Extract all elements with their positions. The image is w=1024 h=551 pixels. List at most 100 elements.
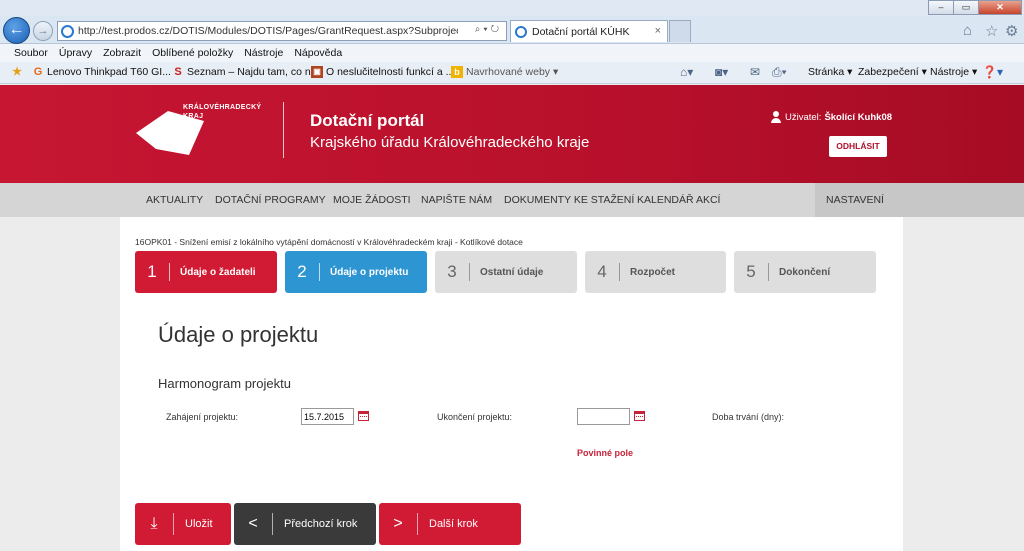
menu-file[interactable]: Soubor (14, 47, 48, 59)
step-label: Údaje o projektu (330, 266, 409, 278)
seznam-icon: S (174, 66, 182, 78)
step-divider (768, 263, 769, 281)
tab-title: Dotační portál KÚHK (532, 25, 630, 38)
step-divider (619, 263, 620, 281)
tab-close-icon[interactable]: × (655, 25, 661, 37)
step-divider (469, 263, 470, 281)
command-security[interactable]: Zabezpečení ▾ (858, 66, 927, 78)
nav-item-dotacni-programy[interactable]: DOTAČNÍ PROGRAMY (215, 183, 326, 217)
nav-item-moje-zadosti[interactable]: MOJE ŽÁDOSTI (333, 183, 411, 217)
step-number: 2 (297, 262, 307, 281)
step-divider (319, 263, 320, 281)
portal-title: Dotační portál (310, 111, 425, 130)
favorites-bar: ★ G Lenovo Thinkpad T60 GI... S Seznam – N… (0, 62, 1024, 84)
next-step-label: Další krok (429, 518, 478, 530)
close-window-button[interactable]: ✕ (978, 0, 1022, 15)
favorites-star-icon[interactable]: ☆ (985, 22, 998, 40)
button-divider (417, 513, 418, 535)
nav-item-aktuality[interactable]: AKTUALITY (146, 183, 203, 217)
step-1-applicant[interactable]: 1 Údaje o žadateli (135, 251, 277, 293)
step-5-finish[interactable]: 5 Dokončení (734, 251, 876, 293)
home-cmd-icon[interactable]: ⌂▾ (680, 65, 693, 79)
settings-gear-icon[interactable]: ⚙ (1005, 22, 1018, 40)
new-tab-button[interactable] (669, 20, 691, 42)
menu-edit[interactable]: Úpravy (59, 47, 92, 59)
header-divider (283, 102, 284, 158)
calendar-icon[interactable] (358, 411, 369, 421)
bing-icon: b (451, 66, 463, 78)
restore-button[interactable]: ▭ (953, 0, 979, 15)
portal-header: KRÁLOVÉHRADECKÝ KRAJ Dotační portál Kraj… (0, 85, 1024, 183)
mail-icon[interactable]: ✉ (750, 65, 760, 79)
button-divider (173, 513, 174, 535)
chevron-left-icon: < (248, 515, 258, 532)
nav-item-kalendar[interactable]: KALENDÁŘ AKCÍ (637, 183, 720, 217)
previous-step-label: Předchozí krok (284, 518, 358, 530)
step-label: Rozpočet (630, 266, 675, 278)
user-info: Uživatel: Školící Kuhk08 (771, 111, 892, 123)
chevron-right-icon: > (393, 515, 403, 532)
command-tools[interactable]: Nástroje ▾ (930, 66, 977, 78)
address-bar[interactable]: http://test.prodos.cz/DOTIS/Modules/DOTI… (57, 21, 507, 41)
nav-item-napiste-nam[interactable]: NAPIŠTE NÁM (421, 183, 492, 217)
command-page[interactable]: Stránka ▾ (808, 66, 852, 78)
back-arrow-icon[interactable]: ← (3, 17, 30, 44)
help-icon[interactable]: ❓▾ (982, 65, 1003, 79)
nav-settings-label: NASTAVENÍ (826, 194, 884, 206)
minimize-button[interactable]: – (928, 0, 954, 15)
favorite-link-neslucitelnost[interactable]: ▣ O neslučitelnosti funkcí a ... (311, 66, 454, 78)
main-navigation: AKTUALITY DOTAČNÍ PROGRAMY MOJE ŽÁDOSTI … (0, 183, 1024, 217)
favorite-link-seznam[interactable]: S Seznam – Najdu tam, co n... (172, 66, 319, 78)
suggested-sites[interactable]: b Navrhované weby ▾ (451, 66, 558, 78)
menu-help[interactable]: Nápověda (294, 47, 342, 59)
logo-text-line2: KRAJ (183, 113, 204, 120)
step-divider (169, 263, 170, 281)
start-date-input[interactable] (301, 408, 354, 425)
menu-favorites[interactable]: Oblíbené položky (152, 47, 233, 59)
step-label: Ostatní údaje (480, 266, 544, 278)
step-number: 4 (597, 262, 607, 281)
nav-item-nastaveni[interactable]: NASTAVENÍ (815, 183, 1024, 217)
favorite-link-lenovo[interactable]: G Lenovo Thinkpad T60 GI... (32, 66, 171, 78)
logo-text: KRÁLOVÉHRADECKÝ KRAJ (183, 103, 261, 121)
print-icon[interactable]: ⎙▾ (772, 65, 787, 80)
menu-tools[interactable]: Nástroje (244, 47, 283, 59)
end-date-input[interactable] (577, 408, 630, 425)
step-number: 1 (147, 262, 157, 281)
logo-text-line1: KRÁLOVÉHRADECKÝ (183, 104, 262, 111)
favorites-add-icon[interactable]: ★ (11, 66, 26, 78)
address-tools-icons[interactable]: ⌕▾↻ (475, 24, 502, 35)
favorite-label: Lenovo Thinkpad T60 GI... (47, 66, 171, 78)
nav-item-dokumenty[interactable]: DOKUMENTY KE STAŽENÍ (504, 183, 634, 217)
logout-button[interactable]: ODHLÁSIT (829, 136, 887, 157)
favorite-label: Navrhované weby ▾ (466, 66, 559, 78)
forward-arrow-icon[interactable]: → (33, 21, 53, 41)
home-icon[interactable]: ⌂ (963, 22, 972, 39)
rss-feed-icon[interactable]: ◙▾ (715, 65, 728, 79)
button-divider (272, 513, 273, 535)
step-2-project[interactable]: 2 Údaje o projektu (285, 251, 427, 293)
start-date-label: Zahájení projektu: (166, 412, 239, 422)
section-title: Harmonogram projektu (158, 376, 291, 391)
user-icon (771, 111, 781, 123)
save-download-icon: ⤓ (150, 515, 158, 532)
favorite-label: O neslučitelnosti funkcí a ... (326, 66, 455, 78)
save-button[interactable]: ⤓ Uložit (135, 503, 231, 545)
step-number: 5 (746, 262, 756, 281)
browser-navigation-bar: ← → http://test.prodos.cz/DOTIS/Modules/… (0, 16, 1024, 44)
end-date-label: Ukončení projektu: (437, 412, 513, 422)
ie-tab-icon (515, 25, 527, 38)
menu-view[interactable]: Zobrazit (103, 47, 141, 59)
previous-step-button[interactable]: < Předchozí krok (234, 503, 376, 545)
ie-page-icon (61, 24, 74, 38)
window-controls: – ▭ ✕ (928, 0, 1022, 15)
step-4-budget[interactable]: 4 Rozpočet (585, 251, 726, 293)
browser-tab-active[interactable]: Dotační portál KÚHK × (510, 20, 668, 42)
next-step-button[interactable]: > Další krok (379, 503, 521, 545)
step-number: 3 (447, 262, 457, 281)
save-button-label: Uložit (185, 518, 213, 530)
step-3-other[interactable]: 3 Ostatní údaje (435, 251, 577, 293)
address-url[interactable]: http://test.prodos.cz/DOTIS/Modules/DOTI… (78, 25, 458, 37)
calendar-icon[interactable] (634, 411, 645, 421)
browser-menu-bar: Soubor Úpravy Zobrazit Oblíbené položky … (0, 44, 1024, 62)
